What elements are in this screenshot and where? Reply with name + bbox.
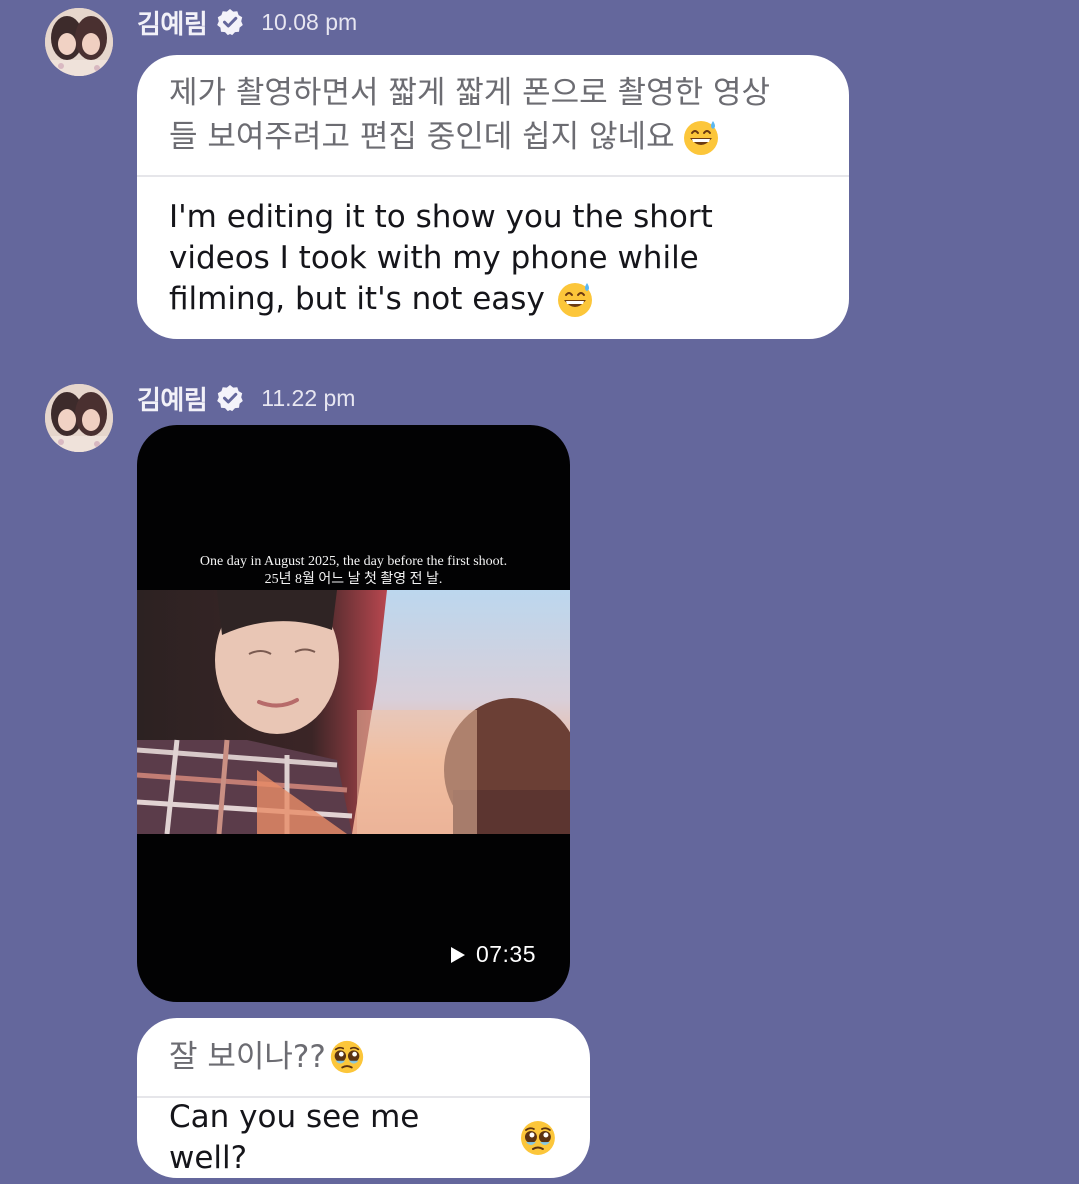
translation-line: Can you see me well? — [169, 1099, 420, 1176]
message-bubble[interactable]: 잘 보이나?? Can you see me well? — [137, 1018, 590, 1178]
original-text-line: 들 보여주려고 편집 중인데 쉽지 않네요 — [169, 119, 675, 155]
original-text: 제가 촬영하면서 짧게 짧게 폰으로 촬영한 영상 들 보여주려고 편집 중인데… — [137, 55, 849, 175]
pleading-face-emoji — [521, 1121, 556, 1155]
video-duration-text: 07:35 — [475, 941, 536, 967]
video-caption-english: One day in August 2025, the day before t… — [199, 554, 508, 569]
translation-line: I'm editing it to show you the short — [169, 198, 713, 235]
message-header: 김예림 10.08 pm — [137, 2, 357, 42]
original-text-line-wrap: 들 보여주려고 편집 중인데 쉽지 않네요 — [169, 115, 721, 159]
translated-text: Can you see me well? — [137, 1098, 590, 1178]
sender-name[interactable]: 김예림 — [137, 4, 208, 41]
translated-text: I'm editing it to show you the short vid… — [137, 177, 849, 339]
message-timestamp: 10.08 pm — [261, 8, 358, 35]
grinning-sweat-emoji — [557, 283, 592, 317]
pleading-face-emoji — [330, 1040, 363, 1074]
message-timestamp: 11.22 pm — [261, 384, 356, 411]
video-duration: 07:35 — [450, 941, 536, 968]
video-thumbnail — [137, 590, 570, 834]
sender-avatar[interactable] — [45, 8, 113, 76]
sender-avatar[interactable] — [45, 384, 113, 452]
avatar-photo — [45, 384, 113, 452]
verified-badge-icon — [217, 9, 244, 36]
video-caption: One day in August 2025, the day before t… — [137, 553, 570, 589]
original-text-line: 제가 촬영하면서 짧게 짧게 폰으로 촬영한 영상 — [169, 75, 771, 111]
translation-line-wrap: filming, but it's not easy — [169, 279, 595, 320]
sender-name[interactable]: 김예림 — [137, 380, 208, 417]
original-text: 잘 보이나?? — [137, 1018, 590, 1096]
original-text-line: 잘 보이나?? — [169, 1039, 326, 1075]
message-bubble[interactable]: 제가 촬영하면서 짧게 짧게 폰으로 촬영한 영상 들 보여주려고 편집 중인데… — [137, 55, 849, 339]
verified-badge-icon — [217, 385, 244, 412]
video-attachment[interactable]: One day in August 2025, the day before t… — [137, 425, 570, 1002]
chat-thread: 김예림 10.08 pm 제가 촬영하면서 짧게 짧게 폰으로 촬영한 영상 들… — [0, 0, 1079, 1184]
grinning-sweat-emoji — [683, 121, 718, 155]
play-icon[interactable] — [450, 946, 466, 964]
avatar-photo — [45, 8, 113, 76]
translation-line: videos I took with my phone while — [169, 239, 699, 276]
video-caption-korean: 25년 8월 어느 날 첫 촬영 전 날. — [264, 572, 443, 587]
translation-line: filming, but it's not easy — [169, 280, 545, 317]
message-header: 김예림 11.22 pm — [137, 378, 355, 418]
